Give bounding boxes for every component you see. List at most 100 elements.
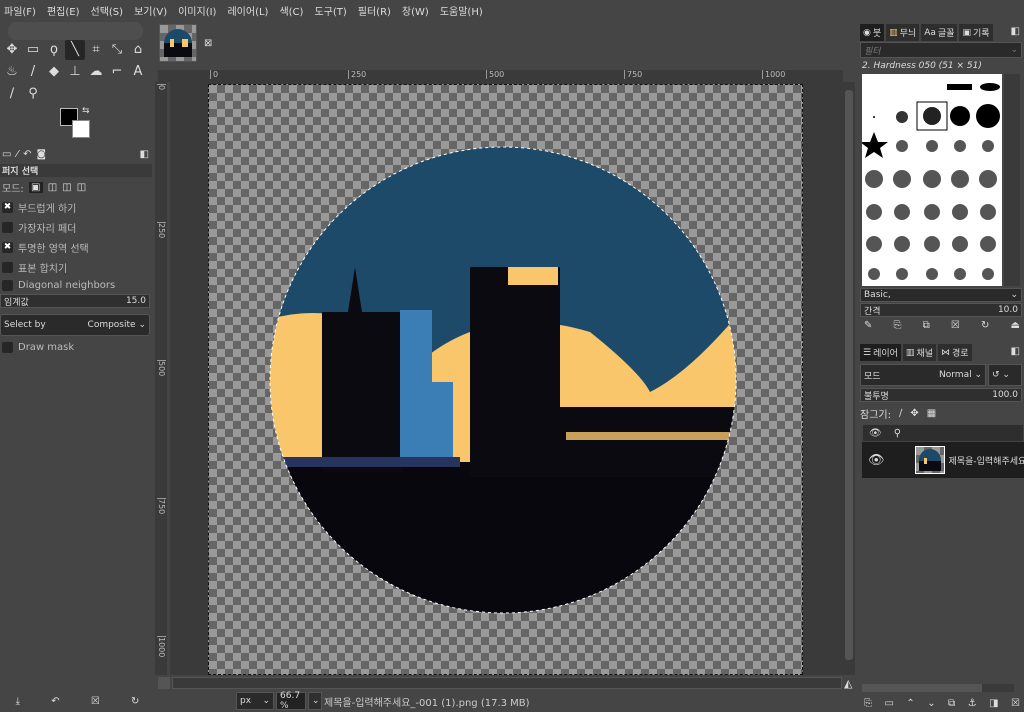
option-checkbox[interactable] (2, 280, 13, 291)
eraser-tool[interactable]: ◆ (44, 62, 64, 82)
paintbrush-tool[interactable]: / (23, 62, 43, 82)
mode-intersect-icon[interactable]: ◫ (77, 182, 86, 193)
transform-tool[interactable]: ⤡ (107, 40, 127, 60)
zoom-tool[interactable]: ⚲ (23, 84, 43, 104)
option-checkbox[interactable] (2, 262, 13, 273)
undo-history-tab-icon[interactable]: ↶ (23, 149, 31, 160)
dock-tab[interactable]: ☰ 레이어 (860, 344, 901, 361)
option-checkbox[interactable] (2, 222, 13, 233)
canvas[interactable] (170, 82, 843, 675)
zoom-fit-icon[interactable]: ◭ (844, 677, 852, 690)
layer-visibility-eye-icon[interactable]: 👁 (868, 453, 885, 468)
horizontal-scrollbar[interactable] (172, 677, 842, 689)
dock-tab[interactable]: ▣ 기록 (959, 24, 993, 41)
vertical-ruler[interactable]: 0 250 500 750 1000 (155, 82, 167, 675)
panel-menu-icon[interactable]: ◧ (1011, 26, 1020, 37)
duplicate-layer-icon[interactable]: ⧉ (948, 698, 955, 709)
image-tab-thumbnail[interactable] (159, 24, 197, 62)
panel-menu-icon[interactable]: ◧ (1011, 346, 1020, 357)
edit-brush-icon[interactable]: ✎ (864, 320, 872, 331)
brush-grid[interactable] (860, 74, 1002, 286)
option-checkbox[interactable]: ✖ (2, 202, 13, 213)
menu-item[interactable]: 레이어(L) (227, 3, 268, 18)
lock-position-icon[interactable]: ✥ (910, 408, 918, 419)
reset-options-icon[interactable]: ↻ (131, 696, 139, 707)
swap-colors-icon[interactable]: ⇆ (82, 106, 90, 116)
opacity-field[interactable]: 불투명 100.0 (860, 388, 1022, 402)
new-group-icon[interactable]: ▭ (884, 698, 893, 709)
layers-hscrollbar[interactable] (862, 684, 1014, 692)
select-by-dropdown[interactable]: Select by Composite ⌄ (0, 314, 150, 336)
close-image-tab-icon[interactable]: ⊠ (204, 38, 212, 49)
menu-item[interactable]: 이미지(I) (178, 3, 216, 18)
delete-brush-icon[interactable]: ☒ (951, 320, 960, 331)
menu-item[interactable]: 선택(S) (91, 3, 124, 18)
dock-tab[interactable]: ◉ 붓 (860, 24, 885, 41)
images-tab-icon[interactable]: ◙ (36, 148, 47, 160)
lower-layer-icon[interactable]: ⌄ (927, 698, 935, 709)
crop-tool[interactable]: ⌗ (86, 40, 106, 60)
panel-menu-icon[interactable]: ◧ (140, 149, 149, 160)
menu-item[interactable]: 도움말(H) (440, 3, 483, 18)
paths-tool[interactable]: ⌐ (107, 62, 127, 82)
smudge-tool[interactable]: ☁ (86, 62, 106, 82)
save-options-icon[interactable]: ⤓ (16, 696, 20, 707)
delete-options-icon[interactable]: ☒ (91, 696, 100, 707)
duplicate-brush-icon[interactable]: ⧉ (923, 320, 930, 331)
menu-item[interactable]: 도구(T) (314, 3, 346, 18)
mode-replace-icon[interactable]: ▣ (28, 182, 43, 193)
bucket-fill-tool[interactable]: ♨ (2, 62, 22, 82)
lock-pixels-icon[interactable]: ∕ (899, 408, 902, 419)
brush-scrollbar[interactable] (1004, 74, 1020, 286)
refresh-brushes-icon[interactable]: ↻ (981, 320, 989, 331)
spacing-field[interactable]: 간격 10.0 (860, 303, 1022, 317)
rect-select-tool[interactable]: ▭ (23, 40, 43, 60)
unit-dropdown[interactable]: px ⌄ (236, 692, 274, 710)
text-tool[interactable]: A (128, 62, 148, 82)
dock-tab[interactable]: ▥ 채널 (902, 344, 936, 361)
menu-item[interactable]: 편집(E) (47, 3, 80, 18)
layer-mode-dropdown[interactable]: 모드 Normal ⌄ (860, 364, 986, 386)
option-checkbox[interactable]: ✖ (2, 242, 13, 253)
move-tool[interactable]: ✥ (2, 40, 22, 60)
dock-tab[interactable]: ⋈ 경로 (938, 344, 972, 361)
delete-layer-icon[interactable]: ☒ (1011, 698, 1020, 709)
vertical-scrollbar[interactable] (843, 82, 855, 675)
zoom-dropdown-icon[interactable]: ⌄ (308, 692, 322, 710)
background-color[interactable] (72, 120, 90, 138)
layer-row[interactable]: 👁 제목을-입력해주세요 (862, 442, 1024, 478)
tool-options-tab-icon[interactable]: ▭ (2, 149, 11, 160)
fuzzy-select-tool[interactable]: ╲ (65, 40, 85, 60)
dock-tab[interactable]: ▥ 무늬 (886, 24, 920, 41)
menu-item[interactable]: 파일(F) (4, 3, 36, 18)
clone-tool[interactable]: ⊥ (65, 62, 85, 82)
warp-tool[interactable]: ⌂ (128, 40, 148, 60)
raise-layer-icon[interactable]: ⌃ (906, 698, 914, 709)
navigate-button[interactable] (158, 677, 170, 689)
menu-item[interactable]: 창(W) (402, 3, 429, 18)
dock-tab[interactable]: Aa 글꼴 (921, 24, 958, 41)
new-layer-icon[interactable]: ⎘ (864, 698, 872, 709)
composite-mode-dropdown[interactable]: ↺ ⌄ (988, 364, 1022, 386)
threshold-field[interactable]: 임계값 15.0 (0, 294, 150, 308)
menu-item[interactable]: 색(C) (279, 3, 303, 18)
zoom-field[interactable]: 66.7 % (276, 691, 306, 711)
lasso-tool[interactable]: ϙ (44, 40, 64, 60)
mode-subtract-icon[interactable]: ◫ (62, 182, 71, 193)
menu-item[interactable]: 필터(R) (358, 3, 391, 18)
mode-add-icon[interactable]: ◫ (48, 182, 57, 193)
brush-preset-dropdown[interactable]: Basic, ⌄ (860, 288, 1022, 302)
lock-alpha-icon[interactable]: ▦ (927, 408, 936, 419)
restore-options-icon[interactable]: ↶ (51, 696, 59, 707)
new-brush-icon[interactable]: ⎘ (894, 320, 902, 331)
menu-item[interactable]: 보기(V) (134, 3, 167, 18)
anchor-layer-icon[interactable]: ⚓ (968, 698, 977, 709)
brush-filter-input[interactable]: 필터 ⌄ (860, 42, 1022, 58)
mask-icon[interactable]: ◨ (989, 698, 998, 709)
horizontal-ruler[interactable]: 0 250 500 750 1000 (170, 70, 843, 82)
device-status-tab-icon[interactable]: ⁄ (16, 149, 18, 160)
color-picker-tool[interactable]: ∕ (2, 84, 22, 104)
quick-mask-toggle[interactable] (158, 70, 170, 82)
open-brush-icon[interactable]: ⏏ (1011, 320, 1020, 331)
draw-mask-checkbox[interactable] (2, 342, 13, 353)
